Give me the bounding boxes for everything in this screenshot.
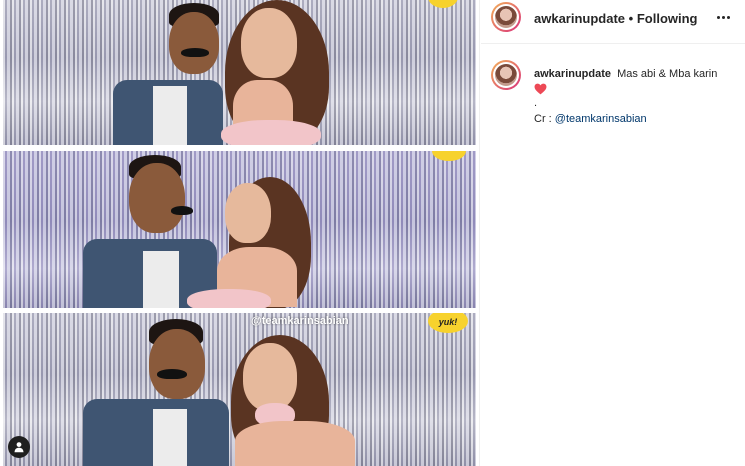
man-face — [169, 12, 219, 74]
man-face — [129, 163, 185, 233]
more-options-icon[interactable] — [711, 7, 735, 27]
caption-credit-line: Cr : @teamkarinsabian — [534, 111, 734, 127]
watermark-text: @teamkarinsabian — [251, 315, 349, 327]
sticker-badge — [432, 151, 466, 161]
woman-face — [241, 8, 297, 78]
pink-feather-boa — [221, 120, 321, 145]
woman-face — [225, 183, 271, 243]
credit-prefix: Cr : — [534, 113, 555, 125]
post-sidebar: awkarinupdate • Following awkarinupdate … — [481, 0, 745, 466]
fake-mustache — [157, 369, 187, 379]
heart-icon — [534, 83, 547, 95]
photo-strip-2 — [3, 151, 476, 308]
following-button[interactable]: Following — [637, 11, 698, 26]
avatar-photo — [495, 6, 517, 28]
sticker-badge — [428, 0, 458, 8]
white-shirt — [143, 251, 179, 308]
caption-dot-line: . — [534, 97, 538, 109]
header-username-row: awkarinupdate • Following — [534, 11, 698, 26]
pink-feather-boa — [187, 289, 271, 308]
post-header: awkarinupdate • Following — [481, 0, 745, 44]
avatar-icon[interactable] — [491, 2, 521, 32]
user-tag-icon — [14, 442, 24, 453]
caption-body: awkarinupdate Mas abi & Mba karin . Cr :… — [534, 66, 734, 127]
man-face — [149, 329, 205, 399]
caption-username-link[interactable]: awkarinupdate — [534, 68, 611, 80]
fake-mustache — [171, 206, 193, 215]
fake-mustache — [181, 48, 209, 57]
header-username-link[interactable]: awkarinupdate — [534, 11, 625, 26]
avatar-icon[interactable] — [491, 60, 521, 90]
sticker-badge: yuk! — [428, 313, 468, 333]
avatar-photo — [495, 64, 517, 86]
user-tag-button[interactable] — [8, 436, 30, 458]
caption-first-line: awkarinupdate Mas abi & Mba karin — [534, 66, 734, 82]
caption-text: Mas abi & Mba karin — [617, 68, 718, 80]
white-shirt — [153, 409, 187, 466]
credit-mention-link[interactable]: @teamkarinsabian — [555, 113, 647, 125]
photo-strip-1 — [3, 0, 476, 145]
instagram-post: yuk! @teamkarinsabian awkarinupdate • Fo… — [0, 0, 745, 466]
post-media[interactable]: yuk! @teamkarinsabian — [0, 0, 480, 466]
woman-body — [235, 421, 355, 466]
woman-face — [243, 343, 297, 411]
header-separator: • — [628, 11, 634, 26]
photo-strip-3: yuk! @teamkarinsabian — [3, 313, 476, 466]
white-shirt — [153, 86, 187, 145]
